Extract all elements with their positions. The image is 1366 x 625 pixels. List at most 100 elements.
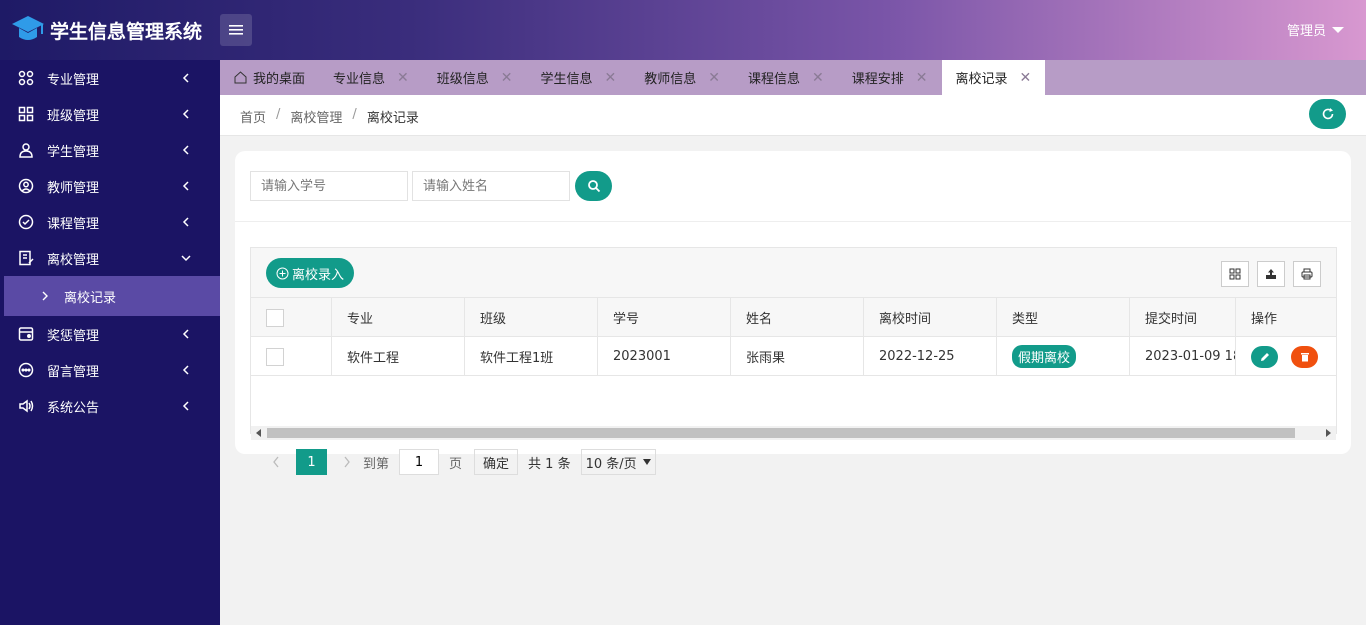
breadcrumb: 首页 / 离校管理 / 离校记录 <box>240 107 419 126</box>
sidebar-item-teacher[interactable]: 教师管理 <box>0 168 220 204</box>
name-input[interactable] <box>412 171 570 201</box>
delete-button[interactable] <box>1291 345 1318 368</box>
cell-submit-time: 2023-01-09 18:3... <box>1145 349 1236 364</box>
search-icon <box>587 180 600 193</box>
columns-filter-button[interactable] <box>1221 261 1249 287</box>
chevron-left-icon <box>182 365 189 375</box>
tab-student-info[interactable]: 学生信息 ✕ <box>527 60 631 95</box>
cell-name: 张雨果 <box>731 337 864 376</box>
total-count: 共 1 条 <box>528 456 571 472</box>
export-icon <box>1266 269 1276 279</box>
close-icon[interactable]: ✕ <box>605 70 617 86</box>
prev-page-button[interactable] <box>266 452 286 472</box>
breadcrumb-current: 离校记录 <box>366 111 419 126</box>
current-page[interactable]: 1 <box>296 449 327 475</box>
close-icon[interactable]: ✕ <box>397 70 409 86</box>
sidebar-item-major[interactable]: 专业管理 <box>0 60 220 96</box>
sidebar-item-leave[interactable]: 离校管理 <box>0 240 220 276</box>
column-header[interactable]: 离校时间 <box>864 298 997 337</box>
student-id-input[interactable] <box>250 171 408 201</box>
sidebar-item-course[interactable]: 课程管理 <box>0 204 220 240</box>
close-icon[interactable]: ✕ <box>812 70 824 86</box>
column-header[interactable]: 姓名 <box>731 298 864 337</box>
page-size-select[interactable]: 10 条/页 <box>580 449 656 475</box>
scroll-left-icon[interactable] <box>256 429 261 437</box>
wallet-icon <box>18 326 34 342</box>
cell-student-id: 2023001 <box>598 337 731 376</box>
tab-major-info[interactable]: 专业信息 ✕ <box>319 60 423 95</box>
cell-major: 软件工程 <box>332 337 465 376</box>
chevron-down-icon <box>181 255 191 262</box>
chevron-left-icon <box>182 181 189 191</box>
column-header[interactable]: 班级 <box>465 298 598 337</box>
scroll-right-icon[interactable] <box>1326 429 1331 437</box>
sidebar-item-student[interactable]: 学生管理 <box>0 132 220 168</box>
tab-bar: 我的桌面 专业信息 ✕ 班级信息 ✕ 学生信息 ✕ 教师信息 ✕ 课程信息 ✕ 课程安排 ✕… <box>220 60 1366 95</box>
row-checkbox[interactable] <box>266 347 284 366</box>
chevron-left-icon <box>182 73 189 83</box>
tab-teacher-info[interactable]: 教师信息 ✕ <box>630 60 734 95</box>
breadcrumb-leave-manage[interactable]: 离校管理 <box>290 107 342 126</box>
refresh-button[interactable] <box>1309 99 1346 129</box>
select-all-checkbox[interactable] <box>266 308 284 327</box>
chevron-left-icon <box>182 401 189 411</box>
chat-icon <box>18 362 34 378</box>
close-icon[interactable]: ✕ <box>916 70 928 86</box>
edit-button[interactable] <box>1251 345 1278 368</box>
column-header[interactable]: 类型 <box>997 298 1130 337</box>
tab-course-schedule[interactable]: 课程安排 ✕ <box>838 60 942 95</box>
user-name: 管理员 <box>1286 24 1326 39</box>
scrollbar-thumb[interactable] <box>267 428 1295 438</box>
column-header[interactable]: 提交时间 <box>1130 298 1236 337</box>
cluster-icon <box>18 70 34 86</box>
column-header[interactable]: 学号 <box>598 298 731 337</box>
sidebar-item-message[interactable]: 留言管理 <box>0 352 220 388</box>
data-table: 离校录入 专业 班级 学号 姓名 离校时间 类型 提交时间 软件工程 软件工程1… <box>250 247 1337 475</box>
goto-page-input[interactable] <box>399 449 440 475</box>
chevron-right-icon <box>344 456 350 468</box>
operations-column: 操作 <box>1235 298 1336 376</box>
refresh-icon <box>1322 108 1333 120</box>
add-leave-button[interactable]: 离校录入 <box>266 258 355 288</box>
columns-icon <box>1229 268 1241 280</box>
sidebar: 专业管理 班级管理 学生管理 教师管理 课程管理 离校管理 离校记录 奖惩管理 … <box>0 60 220 625</box>
sidebar-subitem-leave-records[interactable]: 离校记录 <box>4 276 220 316</box>
user-circle-icon <box>18 178 34 194</box>
tab-class-info[interactable]: 班级信息 ✕ <box>423 60 527 95</box>
cell-class: 软件工程1班 <box>465 337 598 376</box>
trash-icon <box>1300 352 1309 361</box>
user-icon <box>18 142 34 158</box>
table-grid: 专业 班级 学号 姓名 离校时间 类型 提交时间 软件工程 软件工程1班 202… <box>251 298 1336 475</box>
close-icon[interactable]: ✕ <box>708 70 720 86</box>
column-header[interactable]: 专业 <box>332 298 465 337</box>
print-button[interactable] <box>1293 261 1321 287</box>
next-page-button[interactable] <box>337 452 357 472</box>
sidebar-item-reward[interactable]: 奖惩管理 <box>0 316 220 352</box>
menu-toggle-button[interactable] <box>220 14 252 46</box>
table-toolbar: 离校录入 <box>251 248 1336 298</box>
speaker-icon <box>18 398 34 414</box>
export-button[interactable] <box>1257 261 1285 287</box>
chevron-left-icon <box>273 456 279 468</box>
tab-course-info[interactable]: 课程信息 ✕ <box>734 60 838 95</box>
tab-leave-records[interactable]: 离校记录 ✕ <box>941 60 1046 95</box>
sidebar-item-class[interactable]: 班级管理 <box>0 96 220 132</box>
horizontal-scrollbar[interactable] <box>251 426 1336 440</box>
content-card: 离校录入 专业 班级 学号 姓名 离校时间 类型 提交时间 <box>235 151 1351 475</box>
cell-leave-time: 2022-12-25 <box>864 337 997 376</box>
app-logo: 学生信息管理系统 <box>10 12 202 48</box>
type-badge: 假期离校 <box>1012 345 1077 368</box>
close-icon[interactable]: ✕ <box>501 70 513 86</box>
goto-confirm-button[interactable]: 确定 <box>474 449 519 475</box>
search-button[interactable] <box>575 171 612 201</box>
tab-desktop[interactable]: 我的桌面 <box>220 60 319 95</box>
caret-down-icon <box>1332 26 1344 33</box>
breadcrumb-home[interactable]: 首页 <box>240 107 266 126</box>
caret-down-icon <box>642 459 651 465</box>
sidebar-item-notice[interactable]: 系统公告 <box>0 388 220 424</box>
close-icon[interactable]: ✕ <box>1020 70 1032 86</box>
user-menu[interactable]: 管理员 <box>1287 20 1344 39</box>
grid-icon <box>18 106 34 122</box>
chevron-left-icon <box>182 109 189 119</box>
edit-doc-icon <box>18 250 34 266</box>
